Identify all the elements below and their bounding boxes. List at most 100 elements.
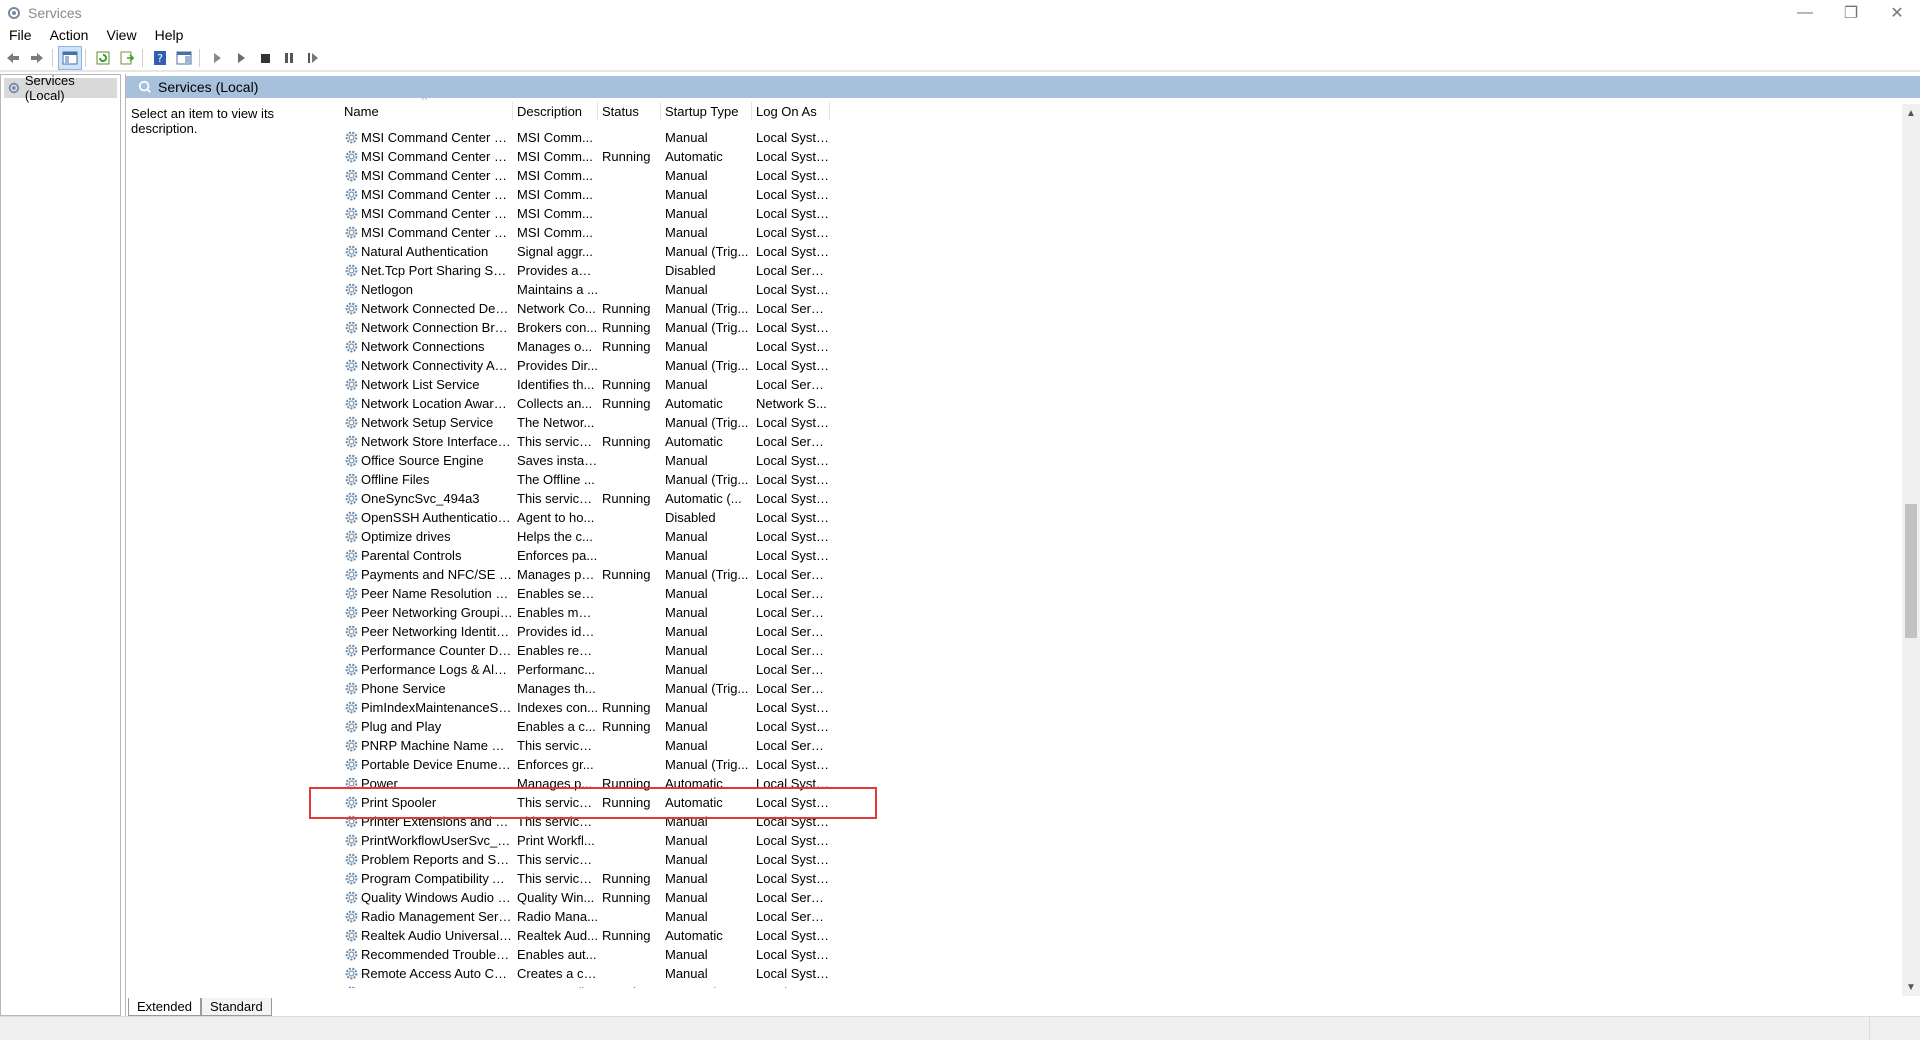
column-header-startup-type[interactable]: Startup Type	[661, 98, 752, 124]
table-row[interactable]: Network Location Awareness Collects an...…	[340, 394, 1906, 413]
cell-startup-type: Manual	[665, 586, 708, 601]
table-row[interactable]: Network Connections Manages o... Running Ma…	[340, 337, 1906, 356]
table-row[interactable]: Peer Networking Identity M... Provides id…	[340, 622, 1906, 641]
resume-service-button[interactable]	[302, 47, 324, 69]
table-row[interactable]: Network Setup Service The Networ... Manual…	[340, 413, 1906, 432]
table-row[interactable]: Problem Reports and Soluti... This servic…	[340, 850, 1906, 869]
tab-standard[interactable]: Standard	[200, 998, 272, 1016]
scrollbar-thumb[interactable]	[1905, 504, 1917, 638]
table-row[interactable]: Offline Files The Offline ... Manual (Trig…	[340, 470, 1906, 489]
table-row[interactable]: Phone Service Manages th... Manual (Trig..…	[340, 679, 1906, 698]
cell-name: Parental Controls	[340, 548, 513, 563]
service-gear-icon	[345, 435, 358, 448]
table-row[interactable]: Printer Extensions and Notif... This serv…	[340, 812, 1906, 831]
cell-name: MSI Command Center CPU ...	[340, 168, 513, 183]
cell-log-on-as: Local Syste...	[756, 130, 830, 145]
table-row[interactable]: Network Connectivity Assis... Provides Di…	[340, 356, 1906, 375]
table-row[interactable]: OneSyncSvc_494a3 This service ... Running A…	[340, 489, 1906, 508]
service-name: Network Store Interface Ser...	[361, 434, 513, 449]
refresh-button[interactable]	[92, 47, 114, 69]
table-row[interactable]: Natural Authentication Signal aggr... Manu…	[340, 242, 1906, 261]
table-row[interactable]: Print Spooler This service ... Running Auto…	[340, 793, 1906, 812]
toolbar-separator	[142, 49, 143, 67]
cell-name: MSI Command Center Cont...	[340, 149, 513, 164]
table-row[interactable]: PNRP Machine Name Publi... This service .…	[340, 736, 1906, 755]
table-row[interactable]: Peer Networking Grouping Enables mul... Ma…	[340, 603, 1906, 622]
column-header-status[interactable]: Status	[598, 98, 661, 124]
close-button[interactable]: ✕	[1874, 0, 1920, 26]
cell-description: Provides ide...	[517, 624, 598, 639]
tab-extended[interactable]: Extended	[128, 998, 201, 1016]
cell-log-on-as: Local Syste...	[756, 719, 830, 734]
table-row[interactable]: Network Connection Broker Brokers con... R…	[340, 318, 1906, 337]
column-header-name[interactable]: ^ Name	[340, 98, 513, 124]
table-row[interactable]: Realtek Audio Universal Ser... Realtek Au…	[340, 926, 1906, 945]
scroll-down-icon[interactable]: ▼	[1902, 978, 1920, 996]
service-name: PrintWorkflowUserSvc_494a3	[361, 833, 513, 848]
table-row[interactable]: Payments and NFC/SE Man... Manages pa... R…	[340, 565, 1906, 584]
table-row[interactable]: Recommended Troublesho... Enables aut... M…	[340, 945, 1906, 964]
table-row[interactable]: Optimize drives Helps the c... Manual Local…	[340, 527, 1906, 546]
table-row[interactable]: Peer Name Resolution Prot... Enables serv…	[340, 584, 1906, 603]
start-service-button[interactable]	[206, 47, 228, 69]
help-button[interactable]: ?	[149, 47, 171, 69]
start-service-alt-button[interactable]	[230, 47, 252, 69]
minimize-button[interactable]: —	[1782, 0, 1828, 26]
show-console-tree-button[interactable]	[58, 46, 82, 70]
table-row[interactable]: OpenSSH Authentication A... Agent to ho..…	[340, 508, 1906, 527]
table-row[interactable]: Performance Counter DLL ... Enables rem..…	[340, 641, 1906, 660]
table-row[interactable]: PrintWorkflowUserSvc_494a3 Print Workfl..…	[340, 831, 1906, 850]
service-gear-icon	[345, 283, 358, 296]
cell-status: Running	[602, 928, 651, 943]
column-header-description[interactable]: Description	[513, 98, 598, 124]
stop-service-button[interactable]	[254, 47, 276, 69]
properties-button[interactable]	[173, 47, 195, 69]
table-row[interactable]: Quality Windows Audio Vid... Quality Win.…	[340, 888, 1906, 907]
table-row[interactable]: Remote Access Connection...Manages di...…	[340, 983, 1906, 988]
column-header-log-on-as[interactable]: Log On As	[752, 98, 830, 124]
table-row[interactable]: MSI Command Center SMB... MSI Comm... Manu…	[340, 204, 1906, 223]
scroll-up-icon[interactable]: ▲	[1902, 104, 1920, 122]
menu-view[interactable]: View	[97, 27, 145, 43]
table-row[interactable]: Radio Management Service Radio Mana... Man…	[340, 907, 1906, 926]
table-row[interactable]: Network Store Interface Ser... This servi…	[340, 432, 1906, 451]
forward-button[interactable]	[26, 47, 48, 69]
table-row[interactable]: MSI Command Center Supe... MSI Comm... Man…	[340, 223, 1906, 242]
table-row[interactable]: Portable Device Enumerator... Enforces gr…	[340, 755, 1906, 774]
export-list-button[interactable]	[116, 47, 138, 69]
table-row[interactable]: Netlogon Maintains a ... Manual Local Syste…	[340, 280, 1906, 299]
vertical-scrollbar[interactable]: ▲ ▼	[1902, 104, 1920, 996]
menu-action[interactable]: Action	[41, 27, 98, 43]
table-row[interactable]: PimIndexMaintenanceSvc_... Indexes con...…	[340, 698, 1906, 717]
table-row[interactable]: Remote Access Auto Conne... Creates a co.…	[340, 964, 1906, 983]
menu-help[interactable]: Help	[146, 27, 193, 43]
cell-name: Payments and NFC/SE Man...	[340, 567, 513, 582]
table-row[interactable]: Performance Logs & Alerts Performanc... Ma…	[340, 660, 1906, 679]
table-row[interactable]: Network Connected Device... Network Co...…	[340, 299, 1906, 318]
service-name: Natural Authentication	[361, 244, 489, 259]
table-row[interactable]: Power Manages p... Running Automatic Local S…	[340, 774, 1906, 793]
table-row[interactable]: MSI Command Center Cont... MSI Comm... Run…	[340, 147, 1906, 166]
cell-status: Running	[602, 301, 651, 316]
back-button[interactable]	[2, 47, 24, 69]
table-row[interactable]: Plug and Play Enables a c... Running Manual…	[340, 717, 1906, 736]
table-row[interactable]: Net.Tcp Port Sharing Service Provides abi…	[340, 261, 1906, 280]
table-row[interactable]: MSI Command Center CPU ... MSI Comm... Man…	[340, 166, 1906, 185]
table-row[interactable]: Network List Service Identifies th... Runn…	[340, 375, 1906, 394]
sort-arrow-icon: ^	[422, 98, 427, 106]
table-row[interactable]: MSI Command Center DDR ... MSI Comm... Man…	[340, 185, 1906, 204]
table-row[interactable]: Program Compatibility Assi... This servic…	[340, 869, 1906, 888]
service-gear-icon	[345, 169, 358, 182]
cell-status: Running	[602, 795, 651, 810]
menu-file[interactable]: File	[0, 27, 41, 43]
service-gear-icon	[345, 815, 358, 828]
toolbar-separator	[85, 49, 86, 67]
restore-button[interactable]: ❐	[1828, 0, 1874, 26]
table-row[interactable]: Parental Controls Enforces pa... Manual Loc…	[340, 546, 1906, 565]
table-row[interactable]: MSI Command Center Com... MSI Comm... Manu…	[340, 128, 1906, 147]
service-name: Program Compatibility Assi...	[361, 871, 513, 886]
table-row[interactable]: Office Source Engine Saves install... Manu…	[340, 451, 1906, 470]
pause-service-button[interactable]	[278, 47, 300, 69]
tree-node-services-local[interactable]: Services (Local)	[4, 73, 117, 103]
cell-startup-type: Manual	[665, 168, 708, 183]
